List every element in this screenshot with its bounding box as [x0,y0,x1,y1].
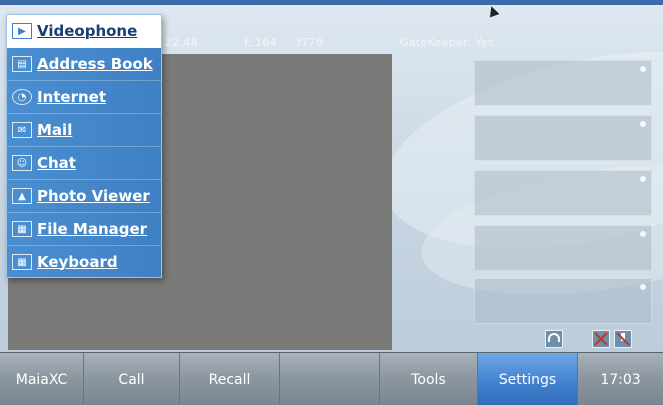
menu-item-label: File Manager [37,220,148,238]
headset-icon[interactable] [545,330,563,348]
menu-item-label: Videophone [37,22,138,40]
menu-item-keyboard[interactable]: ▦ Keyboard [7,246,161,278]
menu-item-label: Mail [37,121,73,139]
applications-menu: ▶ Videophone ▤ Address Book ◔ Internet ✉… [6,14,162,278]
videophone-screen: 22.48 E.164 3778 GateKeeper: Yes ▶ Video… [0,0,663,405]
e164-number: 3778 [294,36,324,49]
menu-item-mail[interactable]: ✉ Mail [7,114,161,147]
menu-item-file-manager[interactable]: ▦ File Manager [7,213,161,246]
slot-indicator-icon [640,231,646,237]
contact-slot[interactable] [474,278,652,324]
gatekeeper-status: GateKeeper: Yes [400,36,495,49]
photo-viewer-icon: ▲ [12,188,32,204]
slot-indicator-icon [640,176,646,182]
maiaxc-button[interactable]: MaiaXC [0,353,84,405]
slot-indicator-icon [640,284,646,290]
mic-off-icon[interactable] [614,330,632,348]
clock: 17:03 [600,371,641,388]
menu-item-address-book[interactable]: ▤ Address Book [7,48,161,81]
menu-item-label: Address Book [37,55,153,73]
internet-icon: ◔ [12,89,32,105]
chat-icon: ☺ [12,155,32,171]
camera-off-icon[interactable] [592,330,610,348]
menu-item-chat[interactable]: ☺ Chat [7,147,161,180]
menu-item-internet[interactable]: ◔ Internet [7,81,161,114]
tools-button[interactable]: Tools [380,353,478,405]
call-button[interactable]: Call [84,353,180,405]
ip-address-fragment: 22.48 [165,36,198,49]
menu-item-label: Chat [37,154,76,172]
contact-slot[interactable] [474,170,652,216]
slot-indicator-icon [640,121,646,127]
mouse-cursor-icon [486,4,500,18]
taskbar: MaiaXC Call Recall Tools Settings 17:03 [0,352,663,405]
mail-icon: ✉ [12,122,32,138]
menu-item-videophone[interactable]: ▶ Videophone [7,15,161,48]
keyboard-icon: ▦ [12,254,32,270]
menu-item-label: Internet [37,88,107,106]
menu-item-label: Keyboard [37,253,118,271]
menu-item-label: Photo Viewer [37,187,150,205]
address-book-icon: ▤ [12,56,32,72]
contact-slot[interactable] [474,60,652,106]
top-frame-bar [0,0,663,5]
slot-indicator-icon [640,66,646,72]
recall-button[interactable]: Recall [180,353,280,405]
settings-button[interactable]: Settings [478,353,578,405]
videophone-icon: ▶ [12,23,32,39]
file-manager-icon: ▦ [12,221,32,237]
empty-taskbar-button[interactable] [280,353,380,405]
menu-item-photo-viewer[interactable]: ▲ Photo Viewer [7,180,161,213]
contact-slot[interactable] [474,115,652,161]
contact-slot[interactable] [474,225,652,271]
e164-label: E.164 [244,36,277,49]
